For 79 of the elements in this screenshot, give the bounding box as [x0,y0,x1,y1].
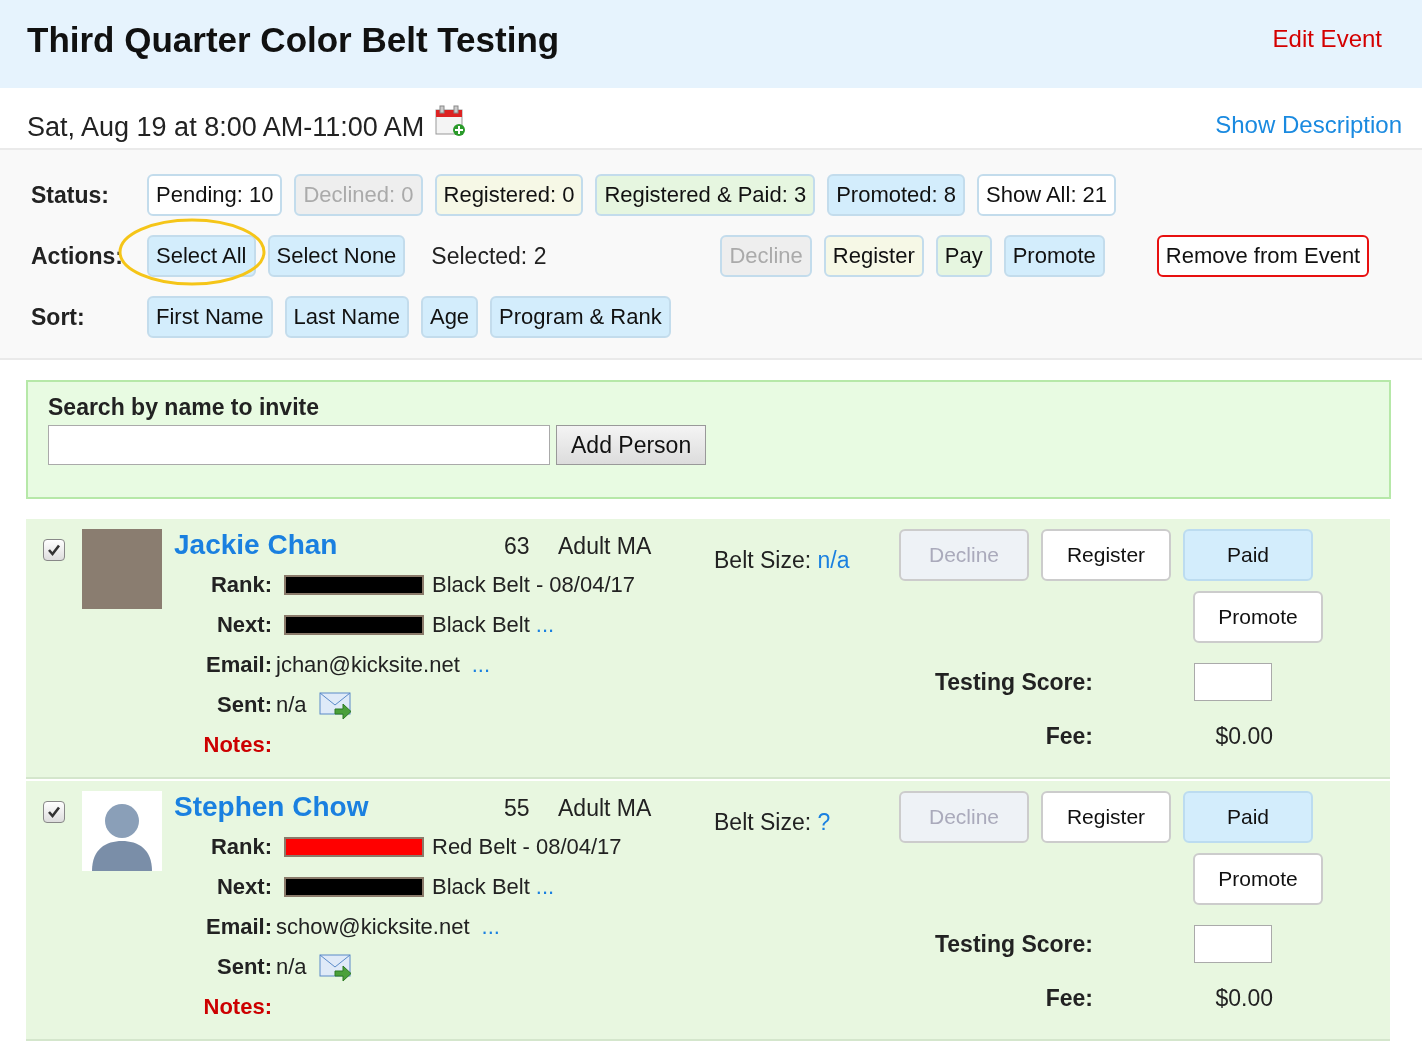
person-name-link[interactable]: Jackie Chan [174,529,504,561]
add-person-button[interactable]: Add Person [556,425,707,465]
select-all-button[interactable]: Select All [147,235,256,277]
remove-from-event-button[interactable]: Remove from Event [1156,235,1370,277]
testing-score-label: Testing Score: [933,668,1093,696]
person-program: Adult MA [558,533,652,560]
calendar-add-icon[interactable] [434,105,467,137]
person-program: Adult MA [558,795,652,822]
person-action-button[interactable]: Promote [1193,591,1323,643]
email-value: schow@kicksite.net [276,914,470,940]
invite-title: Search by name to invite [48,394,320,421]
checkmark-icon [47,543,61,557]
more-link[interactable]: ... [535,612,555,638]
sent-label: Sent: [216,954,272,980]
status-label: Status: [31,181,110,209]
testing-score-label: Testing Score: [933,930,1093,958]
status-filter-button[interactable]: Promoted: 8 [827,174,965,216]
search-field[interactable] [48,425,550,465]
fee-label: Fee: [1044,985,1093,1012]
checkmark-icon [47,805,61,819]
person-action-button[interactable]: Register [1041,791,1171,843]
person-action-button[interactable]: Promote [1193,853,1323,905]
sort-button[interactable]: Last Name [284,296,409,338]
sort-button[interactable]: First Name [147,296,273,338]
testing-score-field[interactable] [1194,925,1272,963]
belt-size-link[interactable]: n/a [817,547,850,573]
next-label: Next: [216,612,272,638]
testing-score-field[interactable] [1194,663,1272,701]
rank-label: Rank: [209,572,272,598]
rank-label: Rank: [209,834,272,860]
person-age: 55 [504,795,531,822]
belt-size-link[interactable]: ? [817,809,831,835]
sent-value: n/a [276,692,307,718]
more-link[interactable]: ... [481,914,500,940]
selected-count: Selected: 2 [431,242,547,270]
sort-button[interactable]: Age [420,296,479,338]
person-name-link[interactable]: Stephen Chow [174,791,504,823]
next-rank-value: Black Belt [432,612,530,638]
sort-button[interactable]: Program & Rank [490,296,671,338]
send-mail-icon[interactable] [318,690,353,720]
checkbox[interactable] [43,539,65,561]
event-datetime: Sat, Aug 19 at 8:00 AM-11:00 AM [27,112,425,144]
person-age: 63 [504,533,531,560]
rank-value: Black Belt - 08/04/17 [432,572,635,598]
sort-label: Sort: [31,303,86,331]
rank-value: Red Belt - 08/04/17 [432,834,622,860]
belt-size-label: Belt Size: [714,809,812,835]
fee-value: $0.00 [1214,985,1273,1012]
bulk-action-button[interactable]: Register [823,235,924,277]
status-filter-button[interactable]: Registered & Paid: 3 [595,174,816,216]
sent-label: Sent: [216,692,272,718]
sent-value: n/a [276,954,307,980]
status-filter-button[interactable]: Show All: 21 [977,174,1117,216]
show-description-link[interactable]: Show Description [1215,111,1402,145]
event-title: Third Quarter Color Belt Testing [27,20,560,60]
notes-label: Notes: [202,994,272,1020]
bulk-action-button[interactable]: Pay [935,235,992,277]
email-label: Email: [204,652,272,678]
notes-label: Notes: [202,732,272,758]
person-action-button[interactable]: Paid [1183,791,1313,843]
edit-event-link[interactable]: Edit Event [1272,25,1382,53]
fee-value: $0.00 [1214,723,1273,750]
email-value: jchan@kicksite.net [276,652,460,678]
next-label: Next: [216,874,272,900]
person-action-button[interactable]: Register [1041,529,1171,581]
status-filter-button[interactable]: Pending: 10 [147,174,283,216]
send-mail-icon[interactable] [318,952,353,982]
next-rank-value: Black Belt [432,874,530,900]
more-link[interactable]: ... [471,652,491,678]
checkbox[interactable] [43,801,65,823]
belt-size-label: Belt Size: [714,547,812,573]
actions-label: Actions: [31,242,124,270]
person-action-button[interactable]: Paid [1183,529,1313,581]
more-link[interactable]: ... [535,874,555,900]
status-filter-button[interactable]: Registered: 0 [434,174,584,216]
select-none-button[interactable]: Select None [267,235,406,277]
email-label: Email: [204,914,272,940]
bulk-action-button[interactable]: Promote [1003,235,1105,277]
fee-label: Fee: [1044,723,1093,750]
